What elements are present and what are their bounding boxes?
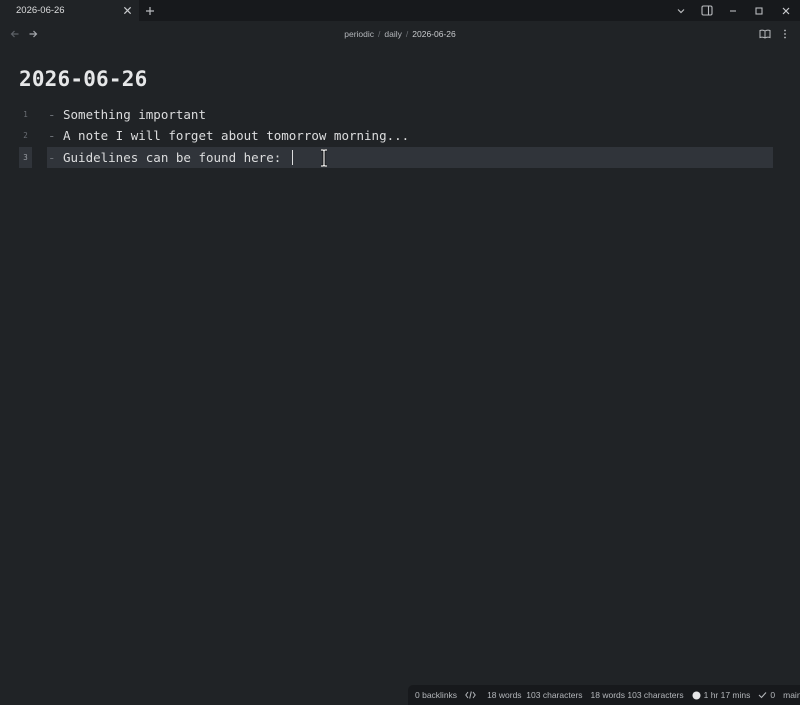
arrow-right-icon[interactable] xyxy=(24,25,42,43)
status-bar: 0 backlinks 18 words 103 characters 18 w… xyxy=(408,685,800,705)
sync-status[interactable]: 0 xyxy=(758,690,775,700)
line-number: 3 xyxy=(19,147,32,168)
window-close-icon[interactable] xyxy=(772,0,800,21)
code-icon[interactable] xyxy=(465,691,479,699)
sidebar-toggle-icon[interactable] xyxy=(694,0,720,21)
minimize-icon[interactable] xyxy=(720,0,746,21)
breadcrumb-item-daily[interactable]: daily xyxy=(384,29,401,39)
word-count-chars: 103 characters xyxy=(526,690,583,700)
ibeam-cursor-icon xyxy=(321,149,327,167)
editor-line-active[interactable]: 3 - Guidelines can be found here: xyxy=(0,147,800,168)
git-branch[interactable]: main xyxy=(783,690,800,700)
line-text[interactable]: Guidelines can be found here: xyxy=(63,150,289,165)
breadcrumb-item-note[interactable]: 2026-06-26 xyxy=(412,29,455,39)
view-header: periodic / daily / 2026-06-26 xyxy=(0,21,800,47)
line-number: 1 xyxy=(23,110,28,119)
list-marker: - xyxy=(48,128,56,143)
breadcrumb-separator: / xyxy=(405,29,409,39)
word-count: 18 words 103 characters xyxy=(487,690,582,700)
breadcrumb: periodic / daily / 2026-06-26 xyxy=(0,21,800,47)
plus-icon[interactable] xyxy=(139,0,161,21)
close-icon[interactable] xyxy=(121,5,133,17)
breadcrumb-separator: / xyxy=(378,29,381,39)
clock-icon xyxy=(692,691,701,699)
word-char-count: 18 words 103 characters xyxy=(590,690,684,700)
text-caret xyxy=(292,150,293,165)
tab-note[interactable]: 2026-06-26 xyxy=(0,0,139,21)
backlinks-count[interactable]: 0 backlinks xyxy=(415,690,457,700)
editor[interactable]: 2026-06-26 1 - Something important 2 - A… xyxy=(0,47,800,685)
book-open-icon[interactable] xyxy=(756,25,774,43)
tab-bar-spacer xyxy=(161,0,668,21)
tab-title: 2026-06-26 xyxy=(16,5,65,16)
maximize-icon[interactable] xyxy=(746,0,772,21)
editor-line[interactable]: 1 - Something important xyxy=(0,104,800,125)
breadcrumb-item-periodic[interactable]: periodic xyxy=(344,29,374,39)
arrow-left-icon[interactable] xyxy=(6,25,24,43)
time-tracker-value: 1 hr 17 mins xyxy=(703,690,751,700)
check-icon xyxy=(759,692,767,699)
word-count-words: 18 words xyxy=(487,690,522,700)
app-window: 2026-06-26 periodic / daily / 2026-06-26… xyxy=(0,0,800,705)
line-text[interactable]: A note I will forget about tomorrow morn… xyxy=(63,128,409,143)
note-title[interactable]: 2026-06-26 xyxy=(19,67,147,91)
sync-count: 0 xyxy=(770,690,776,700)
list-marker: - xyxy=(48,107,56,122)
time-tracker[interactable]: 1 hr 17 mins xyxy=(692,690,751,700)
more-vertical-icon[interactable] xyxy=(776,25,794,43)
tab-bar: 2026-06-26 xyxy=(0,0,800,21)
list-marker: - xyxy=(48,150,56,165)
view-actions xyxy=(756,25,794,43)
line-text[interactable]: Something important xyxy=(63,107,206,122)
editor-line[interactable]: 2 - A note I will forget about tomorrow … xyxy=(0,125,800,146)
line-number: 2 xyxy=(23,131,28,140)
chevron-down-icon[interactable] xyxy=(668,0,694,21)
